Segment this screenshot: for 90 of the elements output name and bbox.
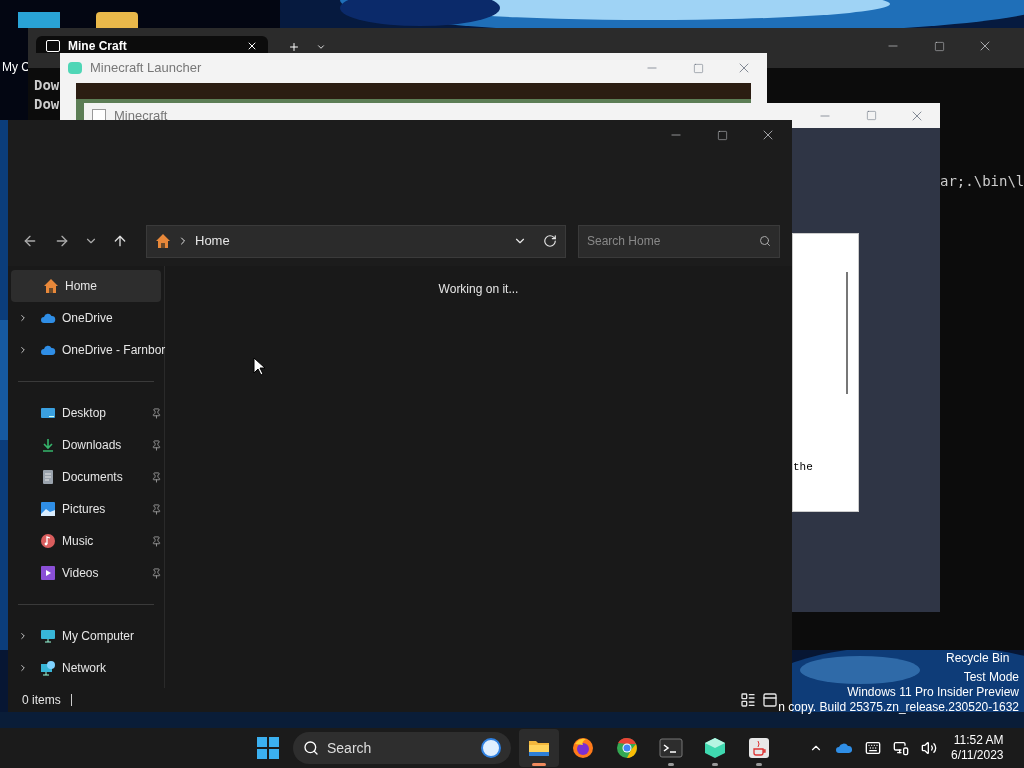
tab-title: Mine Craft: [68, 40, 128, 52]
sidebar-label: OneDrive: [62, 310, 114, 327]
taskbar-app[interactable]: [519, 729, 559, 767]
search-label: Search: [327, 738, 373, 758]
keyboard-icon[interactable]: [865, 740, 881, 756]
console-line: Dow: [34, 95, 61, 114]
terminal-tab[interactable]: Mine Craft: [36, 36, 268, 53]
start-icon[interactable]: [257, 737, 279, 759]
sidebar-item[interactable]: Pictures: [8, 493, 164, 525]
music-icon: [40, 533, 56, 549]
download-icon: [40, 437, 56, 453]
volume-icon[interactable]: [921, 740, 937, 756]
sidebar-item[interactable]: Desktop: [8, 397, 164, 429]
sidebar-item[interactable]: Videos: [8, 557, 164, 589]
console-line: ar;.\bin\l: [940, 172, 1024, 191]
watermark-text: n copy. Build 25375.zn_release.230520-1632: [778, 700, 1019, 715]
item-count: 0 items: [22, 692, 61, 709]
search-input[interactable]: Search Home: [587, 232, 759, 250]
refresh-icon[interactable]: [543, 234, 557, 248]
cursor-icon: [253, 357, 265, 376]
search-icon[interactable]: [759, 235, 771, 247]
sidebar-label: Videos: [62, 565, 100, 582]
clock-date[interactable]: 6/11/2023: [951, 748, 1004, 763]
videos-icon: [40, 565, 56, 581]
sidebar-item[interactable]: Network: [8, 652, 164, 684]
new-tab-icon[interactable]: [288, 41, 300, 53]
tiles-view-icon[interactable]: [762, 692, 778, 708]
sidebar-item[interactable]: Home: [11, 270, 161, 302]
expand-icon[interactable]: [18, 312, 28, 324]
desktop-icon-label[interactable]: Recycle Bin: [946, 651, 1010, 665]
cloud-icon[interactable]: [835, 741, 853, 755]
forward-icon[interactable]: [54, 233, 70, 249]
cube-icon[interactable]: [703, 736, 727, 760]
search-icon: [303, 740, 319, 756]
sidebar-label: Documents: [62, 469, 124, 486]
search-box[interactable]: Search: [293, 732, 511, 764]
sidebar-label: Downloads: [62, 437, 123, 454]
terminal-icon[interactable]: [659, 736, 683, 760]
sidebar-label: Pictures: [62, 501, 107, 518]
document-icon: [40, 469, 56, 485]
chevron-down-icon[interactable]: [316, 42, 326, 52]
sidebar-item[interactable]: Documents: [8, 461, 164, 493]
sidebar-item[interactable]: Music: [8, 525, 164, 557]
window-title: Minecraft: [114, 106, 169, 125]
clock-time[interactable]: 11:52 AM: [953, 733, 1004, 748]
sidebar-label: Network: [62, 660, 107, 677]
window-title: Minecraft Launcher: [90, 59, 203, 78]
expand-icon[interactable]: [18, 662, 28, 674]
pin-icon[interactable]: [151, 407, 162, 419]
pin-icon[interactable]: [151, 535, 162, 547]
address-bar[interactable]: Home: [146, 224, 566, 258]
sidebar-label: Music: [62, 533, 95, 550]
pin-icon[interactable]: [151, 439, 162, 451]
fox-globe-icon[interactable]: [571, 736, 595, 760]
chrome-icon[interactable]: [615, 736, 639, 760]
watermark-text: Test Mode: [963, 670, 1019, 685]
terminal-icon: [46, 40, 60, 52]
sidebar-item[interactable]: OneDrive: [8, 302, 164, 334]
pin-icon[interactable]: [151, 567, 162, 579]
search-field[interactable]: Search Home: [578, 224, 780, 258]
console-line: Dow: [34, 76, 61, 95]
panel-text: the: [793, 459, 813, 475]
sidebar-item[interactable]: Downloads: [8, 429, 164, 461]
sidebar-label: OneDrive - Farnbor: [62, 342, 166, 359]
network-icon[interactable]: [893, 740, 909, 756]
sidebar-item[interactable]: My Computer: [8, 620, 164, 652]
sidebar-item[interactable]: OneDrive - Farnbor: [8, 334, 164, 366]
desktop-icon: [40, 405, 56, 421]
house-icon: [155, 233, 171, 249]
details-view-icon[interactable]: [740, 692, 756, 708]
pin-icon[interactable]: [151, 471, 162, 483]
sidebar-label: Home: [65, 278, 98, 295]
pin-icon[interactable]: [151, 503, 162, 515]
up-icon[interactable]: [112, 233, 128, 249]
watermark-text: Windows 11 Pro Insider Preview: [847, 685, 1019, 700]
sidebar-label: Desktop: [62, 405, 108, 422]
house-icon: [43, 278, 59, 294]
sidebar-label: My Computer: [62, 628, 136, 645]
bing-icon[interactable]: [481, 738, 501, 758]
loading-message: Working on it...: [438, 281, 519, 298]
pictures-icon: [40, 501, 56, 517]
monitor-icon: [40, 628, 56, 644]
back-icon[interactable]: [22, 233, 38, 249]
scrollbar[interactable]: [846, 272, 848, 394]
expand-icon[interactable]: [18, 630, 28, 642]
address-text: Home: [195, 232, 231, 251]
expand-icon[interactable]: [18, 344, 28, 356]
close-icon[interactable]: [246, 40, 258, 52]
network-icon: [40, 660, 56, 676]
cube-icon: [68, 62, 82, 74]
